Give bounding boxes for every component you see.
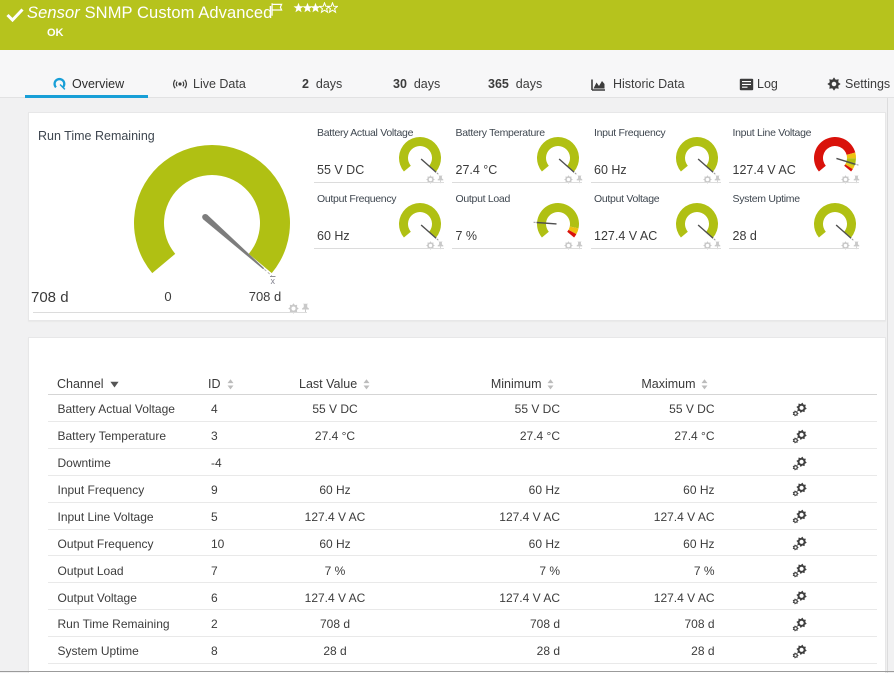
svg-text:x: x <box>271 276 276 286</box>
